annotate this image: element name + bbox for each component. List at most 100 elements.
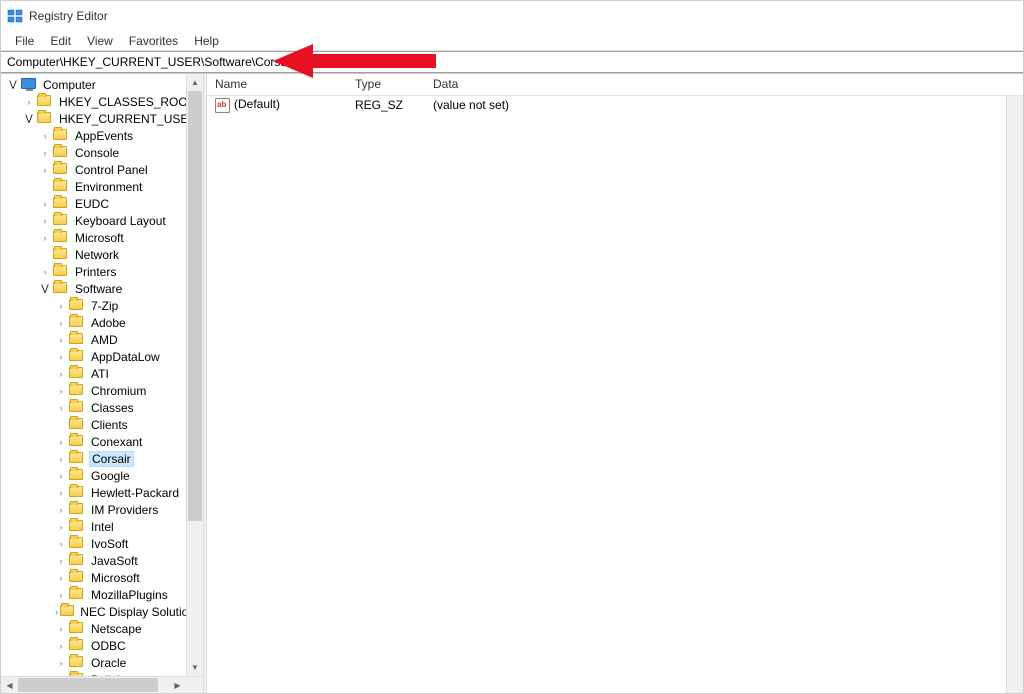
expander-closed-icon[interactable]: › <box>23 96 35 108</box>
tree-item[interactable]: ›ODBC <box>3 637 203 654</box>
expander-closed-icon[interactable]: › <box>55 572 67 584</box>
expander-closed-icon[interactable]: › <box>55 623 67 635</box>
expander-closed-icon[interactable]: › <box>55 589 67 601</box>
folder-icon <box>53 265 69 278</box>
expander-closed-icon[interactable]: › <box>39 198 51 210</box>
folder-icon <box>69 520 85 533</box>
expander-closed-icon[interactable]: › <box>55 555 67 567</box>
tree-item[interactable]: ›7-Zip <box>3 297 203 314</box>
expander-closed-icon[interactable]: › <box>39 266 51 278</box>
values-list[interactable]: (Default)REG_SZ(value not set) <box>207 96 1023 693</box>
tree-item[interactable]: › Microsoft <box>3 229 203 246</box>
tree-item[interactable]: Clients <box>3 416 203 433</box>
scroll-thumb[interactable] <box>188 91 202 521</box>
folder-icon <box>53 180 69 193</box>
expander-closed-icon[interactable]: › <box>39 130 51 142</box>
expander-closed-icon[interactable]: › <box>55 368 67 380</box>
expander-closed-icon[interactable]: › <box>55 300 67 312</box>
scroll-up-icon[interactable]: ▲ <box>187 74 203 91</box>
tree-vertical-scrollbar[interactable]: ▲ ▼ <box>186 74 203 676</box>
scroll-right-icon[interactable]: ▶ <box>169 677 186 693</box>
tree-item[interactable]: ›IvoSoft <box>3 535 203 552</box>
tree-item[interactable]: ›Chromium <box>3 382 203 399</box>
expander-closed-icon[interactable]: › <box>55 385 67 397</box>
tree-item[interactable]: ›Microsoft <box>3 569 203 586</box>
menu-edit[interactable]: Edit <box>42 32 79 50</box>
tree-item[interactable]: Environment <box>3 178 203 195</box>
expander-closed-icon[interactable]: › <box>39 164 51 176</box>
folder-icon <box>60 605 74 618</box>
tree-pane: ⋁ Computer›HKEY_CLASSES_ROOT⋁HKEY_CURRENT… <box>1 74 203 693</box>
expander-open-icon[interactable]: ⋁ <box>23 113 35 125</box>
tree-item-label: Microsoft <box>73 231 126 245</box>
tree-item[interactable]: ›Netscape <box>3 620 203 637</box>
tree-item-label: Computer <box>41 78 98 92</box>
tree-item-label: Control Panel <box>73 163 150 177</box>
registry-tree[interactable]: ⋁ Computer›HKEY_CLASSES_ROOT⋁HKEY_CURRENT… <box>1 74 203 690</box>
tree-item[interactable]: ›Corsair <box>3 450 203 467</box>
tree-item[interactable]: ›Printers <box>3 263 203 280</box>
scroll-down-icon[interactable]: ▼ <box>187 659 203 676</box>
tree-item[interactable]: ›Adobe <box>3 314 203 331</box>
tree-item[interactable]: ›AMD <box>3 331 203 348</box>
scroll-thumb-h[interactable] <box>18 678 158 692</box>
expander-closed-icon[interactable]: › <box>55 470 67 482</box>
tree-item[interactable]: ›JavaSoft <box>3 552 203 569</box>
expander-closed-icon[interactable]: › <box>55 606 58 618</box>
tree-item[interactable]: ›AppEvents <box>3 127 203 144</box>
tree-horizontal-scrollbar[interactable]: ◀ ▶ <box>1 676 203 693</box>
expander-closed-icon[interactable]: › <box>55 521 67 533</box>
scroll-left-icon[interactable]: ◀ <box>1 677 18 693</box>
tree-item[interactable]: ›Conexant <box>3 433 203 450</box>
tree-item-label: NEC Display Solutions <box>78 605 203 619</box>
expander-open-icon[interactable]: ⋁ <box>7 79 19 91</box>
tree-item[interactable]: ›HKEY_CLASSES_ROOT <box>3 93 203 110</box>
tree-item[interactable]: ›IM Providers <box>3 501 203 518</box>
tree-item[interactable]: ›Keyboard Layout <box>3 212 203 229</box>
menu-view[interactable]: View <box>79 32 121 50</box>
address-path[interactable]: Computer\HKEY_CURRENT_USER\Software\Cors… <box>7 55 1017 69</box>
expander-closed-icon[interactable]: › <box>55 351 67 363</box>
tree-item[interactable]: › Control Panel <box>3 161 203 178</box>
tree-item[interactable]: › Intel <box>3 518 203 535</box>
tree-item[interactable]: ›ATI <box>3 365 203 382</box>
tree-item[interactable]: Network <box>3 246 203 263</box>
col-data[interactable]: Data <box>425 74 725 95</box>
tree-item[interactable]: ⋁ Computer <box>3 76 203 93</box>
expander-closed-icon[interactable]: › <box>55 436 67 448</box>
expander-closed-icon[interactable]: › <box>55 334 67 346</box>
folder-icon <box>69 435 85 448</box>
expander-closed-icon[interactable]: › <box>55 538 67 550</box>
menu-file[interactable]: File <box>7 32 42 50</box>
tree-item[interactable]: ›Oracle <box>3 654 203 671</box>
tree-item[interactable]: ⋁Software <box>3 280 203 297</box>
expander-closed-icon[interactable]: › <box>55 640 67 652</box>
expander-closed-icon[interactable]: › <box>39 147 51 159</box>
col-type[interactable]: Type <box>347 74 425 95</box>
tree-item[interactable]: ›AppDataLow <box>3 348 203 365</box>
menu-favorites[interactable]: Favorites <box>121 32 186 50</box>
tree-item[interactable]: ›Google <box>3 467 203 484</box>
tree-item[interactable]: ›MozillaPlugins <box>3 586 203 603</box>
values-vertical-scrollbar[interactable] <box>1006 96 1023 693</box>
expander-closed-icon[interactable]: › <box>55 453 67 465</box>
tree-item[interactable]: ›Hewlett-Packard <box>3 484 203 501</box>
expander-closed-icon[interactable]: › <box>55 402 67 414</box>
tree-item[interactable]: ›Classes <box>3 399 203 416</box>
tree-item-label: Intel <box>89 520 116 534</box>
tree-item[interactable]: ⋁HKEY_CURRENT_USER <box>3 110 203 127</box>
col-name[interactable]: Name <box>207 74 347 95</box>
tree-item[interactable]: ›EUDC <box>3 195 203 212</box>
expander-closed-icon[interactable]: › <box>55 657 67 669</box>
tree-item[interactable]: › NEC Display Solutions <box>3 603 203 620</box>
address-bar[interactable]: Computer\HKEY_CURRENT_USER\Software\Cors… <box>1 51 1023 73</box>
tree-item[interactable]: ›Console <box>3 144 203 161</box>
expander-closed-icon[interactable]: › <box>55 504 67 516</box>
menu-help[interactable]: Help <box>186 32 227 50</box>
expander-closed-icon[interactable]: › <box>39 232 51 244</box>
expander-open-icon[interactable]: ⋁ <box>39 283 51 295</box>
expander-closed-icon[interactable]: › <box>39 215 51 227</box>
expander-closed-icon[interactable]: › <box>55 317 67 329</box>
value-row[interactable]: (Default)REG_SZ(value not set) <box>207 96 1023 114</box>
expander-closed-icon[interactable]: › <box>55 487 67 499</box>
